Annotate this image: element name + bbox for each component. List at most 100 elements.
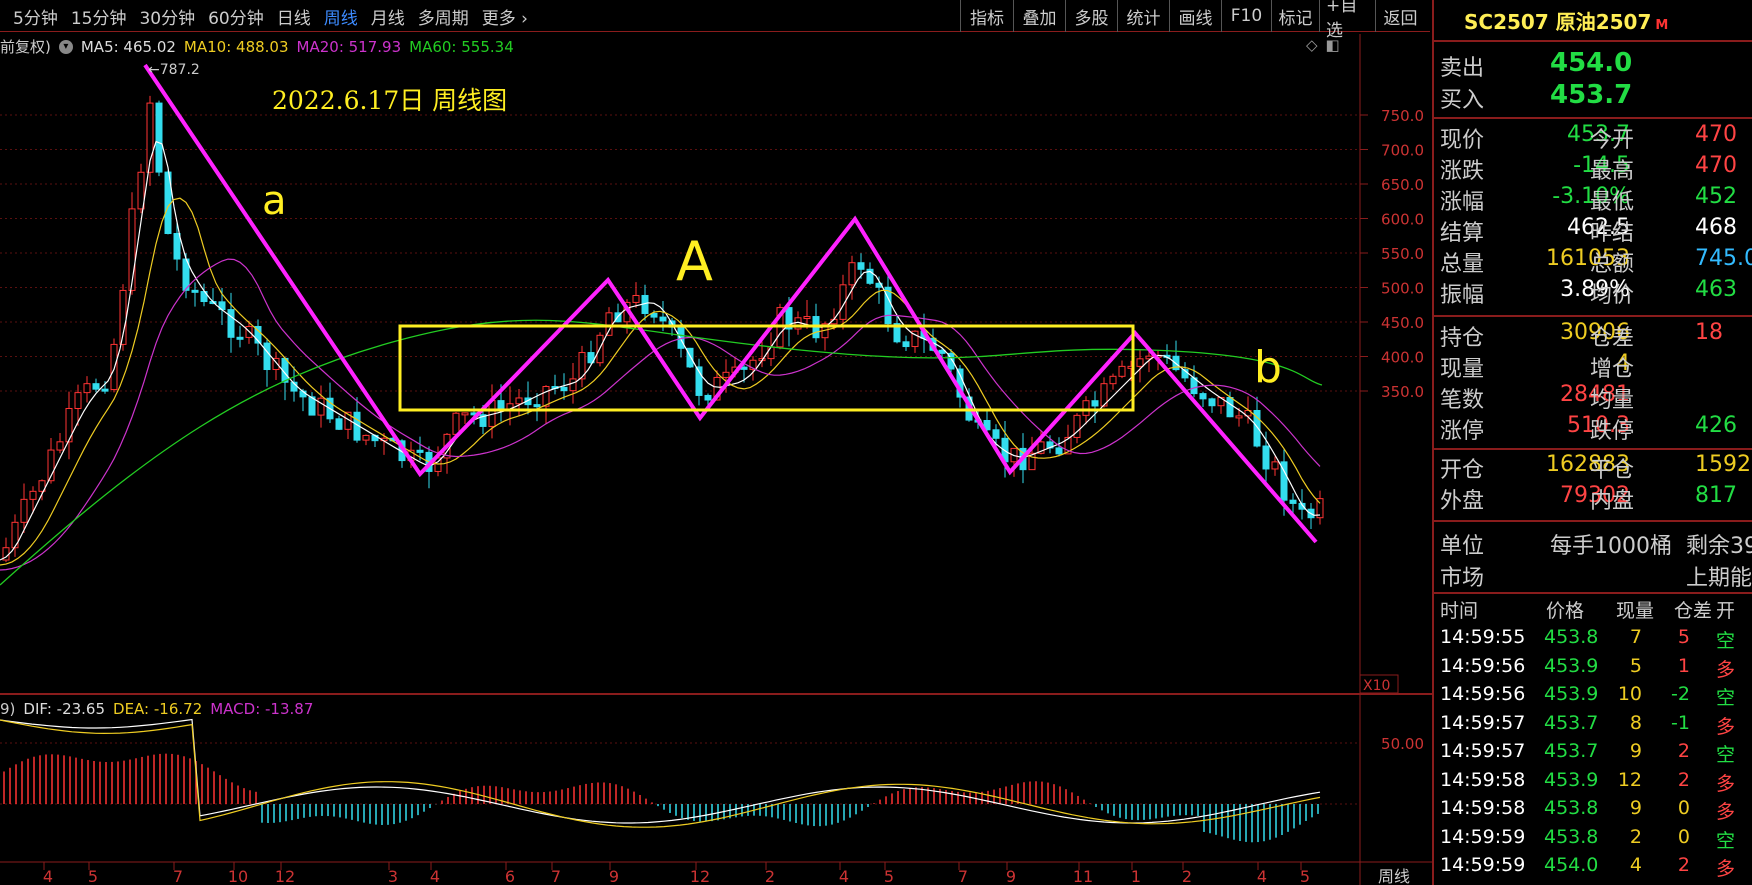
candle-body (560, 386, 568, 392)
tick-cell: 多 (1716, 801, 1736, 823)
panel-toggle-icon[interactable]: ◧ (1326, 36, 1340, 54)
candle-body (569, 378, 577, 392)
diamond-icon[interactable]: ◇ (1306, 36, 1318, 54)
candle-body (56, 441, 64, 451)
tick-header-cell: 价格 (1546, 600, 1585, 622)
tick-cell: 8 (1629, 711, 1642, 734)
quote-value: 463 (1695, 277, 1737, 302)
ma-legend: 前复权) ▾ MA5: 465.02 MA10: 488.03 MA20: 51… (0, 36, 514, 57)
period-tab-1[interactable]: 15分钟 (71, 4, 127, 29)
quote-row: 总量 161053 总额 745.0 (1440, 246, 1752, 277)
tick-cell: 多 (1716, 858, 1736, 880)
candle-body (650, 312, 658, 318)
period-tab-2[interactable]: 30分钟 (139, 4, 195, 29)
time-axis-label: 9 (1006, 867, 1016, 885)
tick-cell: -1 (1671, 711, 1690, 734)
candle-body (1262, 445, 1270, 470)
time-axis-label: 2 (1182, 867, 1192, 885)
period-tab-0[interactable]: 5分钟 (13, 4, 58, 29)
ma20-value: MA20: 517.93 (296, 37, 402, 56)
tick-header-cell: 开 (1716, 600, 1736, 622)
quote-value: 18 (1695, 320, 1723, 345)
time-axis-label: 6 (505, 867, 515, 885)
tick-cell: 453.7 (1544, 740, 1599, 762)
tick-header-cell: 现量 (1616, 600, 1655, 622)
tick-cell: 5 (1677, 626, 1690, 648)
settings-circle-icon[interactable]: ▾ (58, 39, 73, 54)
candle-body (605, 312, 613, 336)
high-marker: ←787.2 (148, 62, 200, 78)
tick-cell: 14:59:58 (1440, 768, 1526, 791)
dif-line (0, 718, 1321, 824)
candle-body (515, 397, 523, 405)
candle-body (848, 262, 856, 286)
tick-cell: 14:59:55 (1440, 626, 1526, 648)
tick-cell: 0 (1677, 797, 1690, 819)
quote-label: 现价 (1440, 128, 1485, 153)
quote-value: 1592 (1695, 452, 1751, 477)
market-label: 市场 (1440, 566, 1485, 591)
time-axis-label: 2 (765, 867, 775, 885)
period-tab-7[interactable]: 多周期 (418, 4, 469, 29)
wave-b-label: b (1254, 342, 1282, 393)
quote-label: 结算 (1440, 221, 1485, 246)
time-axis-label: 1 (1131, 867, 1141, 885)
tick-cell: 2 (1629, 825, 1642, 848)
toolbar-button-0[interactable]: 指标 (960, 0, 1013, 32)
macd-axis-label: 50.00 (1381, 735, 1424, 753)
period-tab-8[interactable]: 更多 › (482, 4, 528, 29)
toolbar-button-7[interactable]: +自选 (1319, 0, 1375, 41)
candle-body (722, 371, 730, 378)
quote-label: 总额 (1590, 252, 1635, 277)
toolbar-button-2[interactable]: 多股 (1065, 0, 1117, 32)
toolbar-button-5[interactable]: F10 (1221, 0, 1271, 32)
candle-body (110, 343, 118, 391)
time-axis-label: 7 (958, 867, 968, 885)
candle-body (704, 394, 712, 401)
candle-body (155, 102, 163, 173)
tick-cell: 453.9 (1544, 654, 1599, 677)
buy-label: 买入 (1440, 88, 1485, 113)
candle-body (452, 412, 460, 435)
toolbar-button-8[interactable]: 返回 (1375, 0, 1425, 32)
dea-line (0, 719, 1321, 828)
dif-value: DIF: -23.65 (23, 700, 106, 718)
candle-body (632, 294, 640, 303)
candle-body (29, 490, 37, 500)
tick-header-cell: 仓差 (1674, 600, 1713, 622)
period-tab-5[interactable]: 周线 (324, 4, 358, 29)
candle-body (101, 388, 109, 392)
macd-value: MACD: -13.87 (210, 700, 314, 718)
kline-chart[interactable]: 750.0 700.0 650.0 600.0 550.0 500.0 450.0 400.0… (0, 0, 1432, 885)
toolbar-button-1[interactable]: 叠加 (1013, 0, 1065, 32)
toolbar-button-3[interactable]: 统计 (1117, 0, 1169, 32)
period-tab-3[interactable]: 60分钟 (208, 4, 264, 29)
quote-row: 涨幅 -3.10% 最低 452 (1440, 184, 1737, 215)
quote-label: 内盘 (1590, 489, 1635, 514)
quote-row: 现价 453.7 今开 470 (1440, 122, 1737, 153)
time-axis-label: 4 (430, 867, 440, 885)
candles (2, 95, 1324, 563)
candle-body (227, 309, 235, 338)
ma20-line (0, 258, 1321, 571)
price-axis-label: 600.0 (1381, 211, 1424, 229)
tick-header-cell: 时间 (1440, 600, 1479, 622)
candle-body (1226, 397, 1234, 418)
remain-value: 剩余39 (1686, 534, 1752, 559)
quote-label: 跌停 (1590, 419, 1635, 444)
tick-cell: 453.8 (1544, 626, 1599, 648)
quote-label: 笔数 (1440, 388, 1485, 413)
quote-label: 增仓 (1590, 357, 1635, 382)
ma60-value: MA60: 555.34 (409, 37, 514, 56)
period-tab-4[interactable]: 日线 (277, 4, 311, 29)
period-toolbar: 5分钟 15分钟 30分钟 60分钟 日线 周线 月线 多周期 更多 › 指标 叠加 多股 统计 画线 F… (0, 0, 1430, 41)
candle-body (1109, 375, 1117, 385)
candle-body (1091, 400, 1099, 407)
period-tab-6[interactable]: 月线 (371, 4, 405, 29)
toolbar-button-6[interactable]: 标记 (1271, 0, 1319, 32)
toolbar-button-4[interactable]: 画线 (1169, 0, 1221, 32)
quote-label: 最高 (1590, 159, 1635, 184)
candle-body (83, 383, 91, 394)
time-axis-label: 7 (173, 867, 183, 885)
candle-body (1208, 398, 1216, 407)
